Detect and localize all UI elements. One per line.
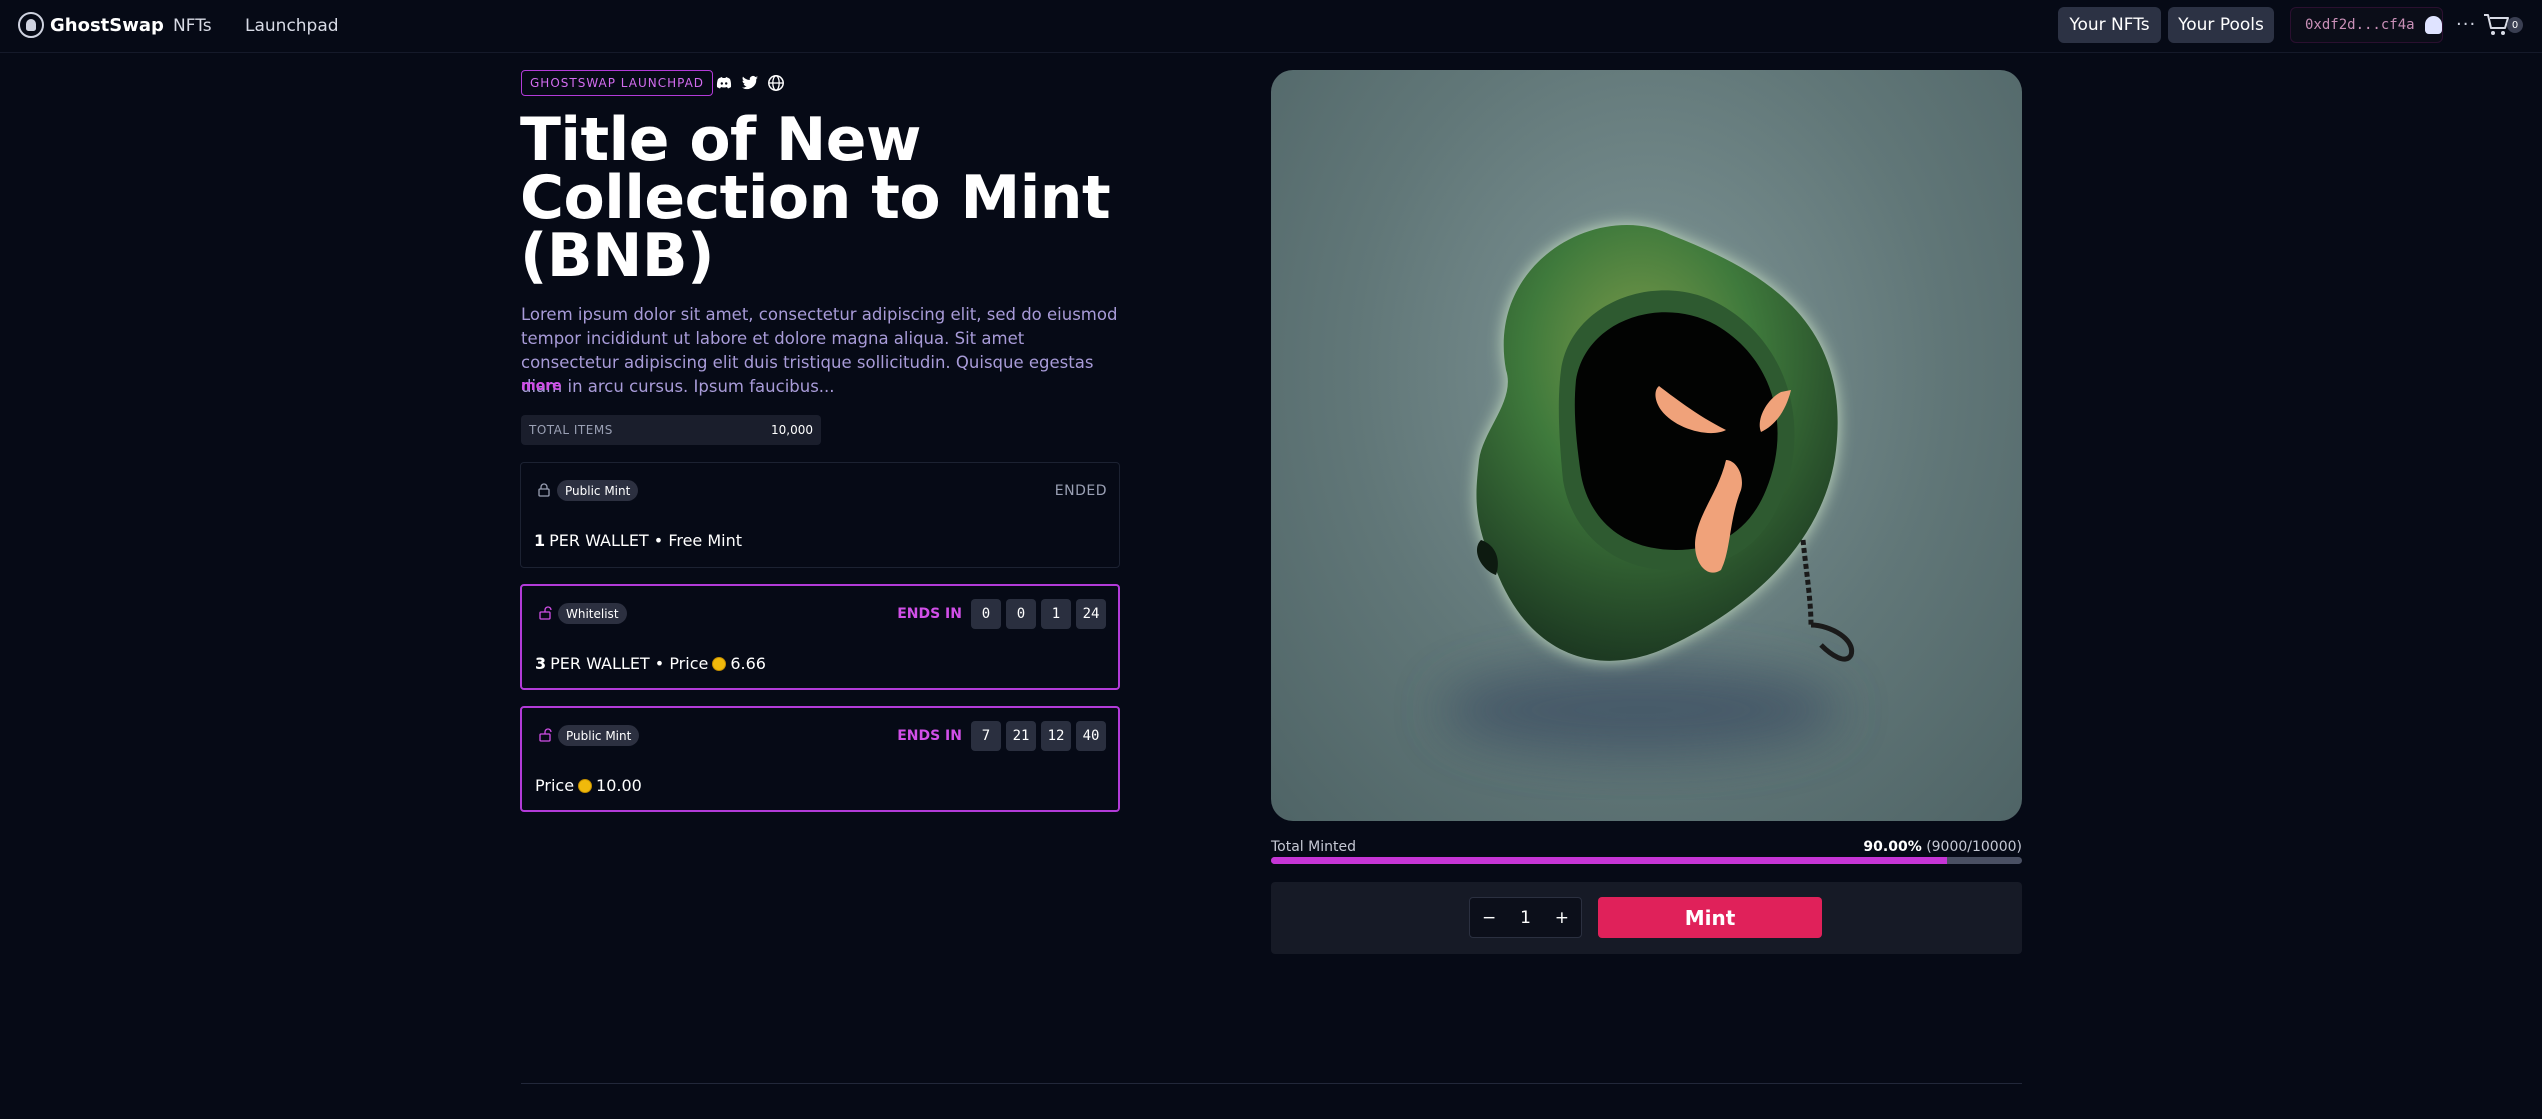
ends-in-label: ENDS IN <box>897 728 962 744</box>
countdown-seconds: 24 <box>1076 599 1106 629</box>
bnb-coin-icon <box>578 778 593 793</box>
countdown-minutes: 12 <box>1041 721 1071 751</box>
phase-card-public-mint-ended[interactable]: Public Mint ENDED 1 PER WALLET • Free Mi… <box>520 462 1120 568</box>
phase-status: ENDED <box>1054 483 1107 499</box>
unlock-icon <box>539 728 552 742</box>
per-wallet-count: 1 <box>534 531 546 550</box>
phase-line-text: Price <box>535 776 575 795</box>
section-divider <box>521 1083 2022 1084</box>
phase-details: 1 PER WALLET • Free Mint <box>534 531 742 550</box>
countdown: ENDS IN 0 0 1 24 <box>897 599 1106 629</box>
ghost-logo-icon <box>18 12 44 38</box>
minted-count: (9000/10000) <box>1926 839 2022 855</box>
phase-line-text: PER WALLET • Free Mint <box>549 531 743 550</box>
quantity-stepper[interactable]: − 1 + <box>1469 897 1582 938</box>
total-minted-value: 90.00% (9000/10000) <box>1863 839 2022 855</box>
cart-count-badge: 0 <box>2507 17 2523 33</box>
unlock-icon <box>539 606 552 620</box>
total-items-stat: TOTAL ITEMS 10,000 <box>521 415 821 445</box>
collection-artwork <box>1271 70 2022 821</box>
bnb-coin-icon <box>712 656 727 671</box>
nav-nfts[interactable]: NFTs <box>173 16 212 36</box>
mint-progress-bar <box>1271 857 2022 864</box>
your-nfts-button[interactable]: Your NFTs <box>2058 7 2161 43</box>
minted-percent: 90.00% <box>1863 839 1922 855</box>
phase-details: Price 10.00 <box>535 776 642 795</box>
total-items-label: TOTAL ITEMS <box>529 423 613 437</box>
ends-in-label: ENDS IN <box>897 606 962 622</box>
phase-card-public-mint[interactable]: Public Mint ENDS IN 7 21 12 40 Price 10.… <box>520 706 1120 812</box>
more-options-icon[interactable]: ··· <box>2456 14 2476 35</box>
per-wallet-count: 3 <box>535 654 547 673</box>
brand-name: GhostSwap <box>50 14 164 36</box>
decrease-quantity-button[interactable]: − <box>1482 908 1496 928</box>
your-pools-button[interactable]: Your Pools <box>2168 7 2274 43</box>
lock-icon <box>538 483 550 497</box>
brand-logo[interactable]: GhostSwap <box>18 12 164 38</box>
nav-launchpad[interactable]: Launchpad <box>245 16 339 36</box>
collection-description: Lorem ipsum dolor sit amet, consectetur … <box>521 305 1118 396</box>
total-items-value: 10,000 <box>771 423 813 437</box>
countdown-days: 0 <box>971 599 1001 629</box>
ghost-avatar-icon <box>2424 16 2442 34</box>
discord-icon[interactable] <box>715 74 733 92</box>
countdown-seconds: 40 <box>1076 721 1106 751</box>
wallet-address: 0xdf2d...cf4a <box>2305 17 2415 33</box>
mint-button[interactable]: Mint <box>1598 897 1822 938</box>
countdown-hours: 21 <box>1006 721 1036 751</box>
wallet-button[interactable]: 0xdf2d...cf4a <box>2290 7 2443 43</box>
countdown-hours: 0 <box>1006 599 1036 629</box>
hooded-ghost-illustration <box>1441 225 1855 755</box>
phase-details: 3 PER WALLET • Price 6.66 <box>535 654 766 673</box>
read-more-link[interactable]: more <box>521 378 562 394</box>
phase-name-badge: Public Mint <box>557 480 639 501</box>
countdown: ENDS IN 7 21 12 40 <box>897 721 1106 751</box>
phase-card-whitelist[interactable]: Whitelist ENDS IN 0 0 1 24 3 PER WALLET … <box>520 584 1120 690</box>
countdown-minutes: 1 <box>1041 599 1071 629</box>
globe-icon[interactable] <box>767 74 785 92</box>
phase-price: 6.66 <box>730 654 766 673</box>
collection-title: Title of New Collection to Mint (BNB) <box>520 105 1111 291</box>
total-minted-label: Total Minted <box>1271 839 1356 855</box>
mint-progress-fill <box>1271 857 1947 864</box>
phase-price: 10.00 <box>596 776 642 795</box>
launchpad-tag: GHOSTSWAP LAUNCHPAD <box>521 70 714 96</box>
quantity-value: 1 <box>1520 907 1531 928</box>
phase-name-badge: Whitelist <box>558 603 627 624</box>
phase-name-badge: Public Mint <box>558 725 640 746</box>
phase-line-text: PER WALLET • Price <box>550 654 709 673</box>
twitter-icon[interactable] <box>741 74 759 92</box>
increase-quantity-button[interactable]: + <box>1555 908 1569 928</box>
top-bar: GhostSwap NFTs Launchpad Your NFTs Your … <box>0 0 2542 53</box>
countdown-days: 7 <box>971 721 1001 751</box>
